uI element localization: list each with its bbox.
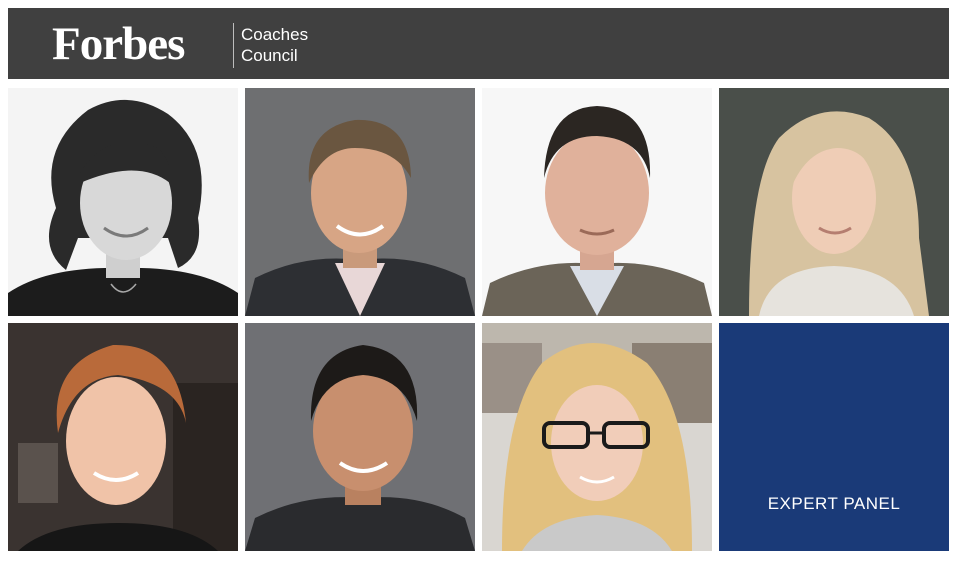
portrait-photo-3 [482, 88, 712, 316]
expert-panel-label: EXPERT PANEL [767, 494, 901, 513]
council-title-line-2: Council [241, 46, 298, 65]
expert-panel-tile: EXPERT PANEL [719, 323, 949, 551]
portrait-photo-2 [245, 88, 475, 316]
forbes-logo: Forbes [52, 18, 185, 70]
council-title-line-1: Coaches [241, 25, 309, 44]
portrait-photo-4 [719, 88, 949, 316]
portrait-photo-1 [8, 88, 238, 316]
portrait-photo-5 [8, 323, 238, 551]
portrait-photo-6 [245, 323, 475, 551]
council-title: Coaches Council [241, 24, 308, 66]
header-divider [233, 23, 234, 68]
portrait-photo-7 [482, 323, 712, 551]
forbes-header-banner: Forbes Coaches Council [8, 8, 949, 79]
